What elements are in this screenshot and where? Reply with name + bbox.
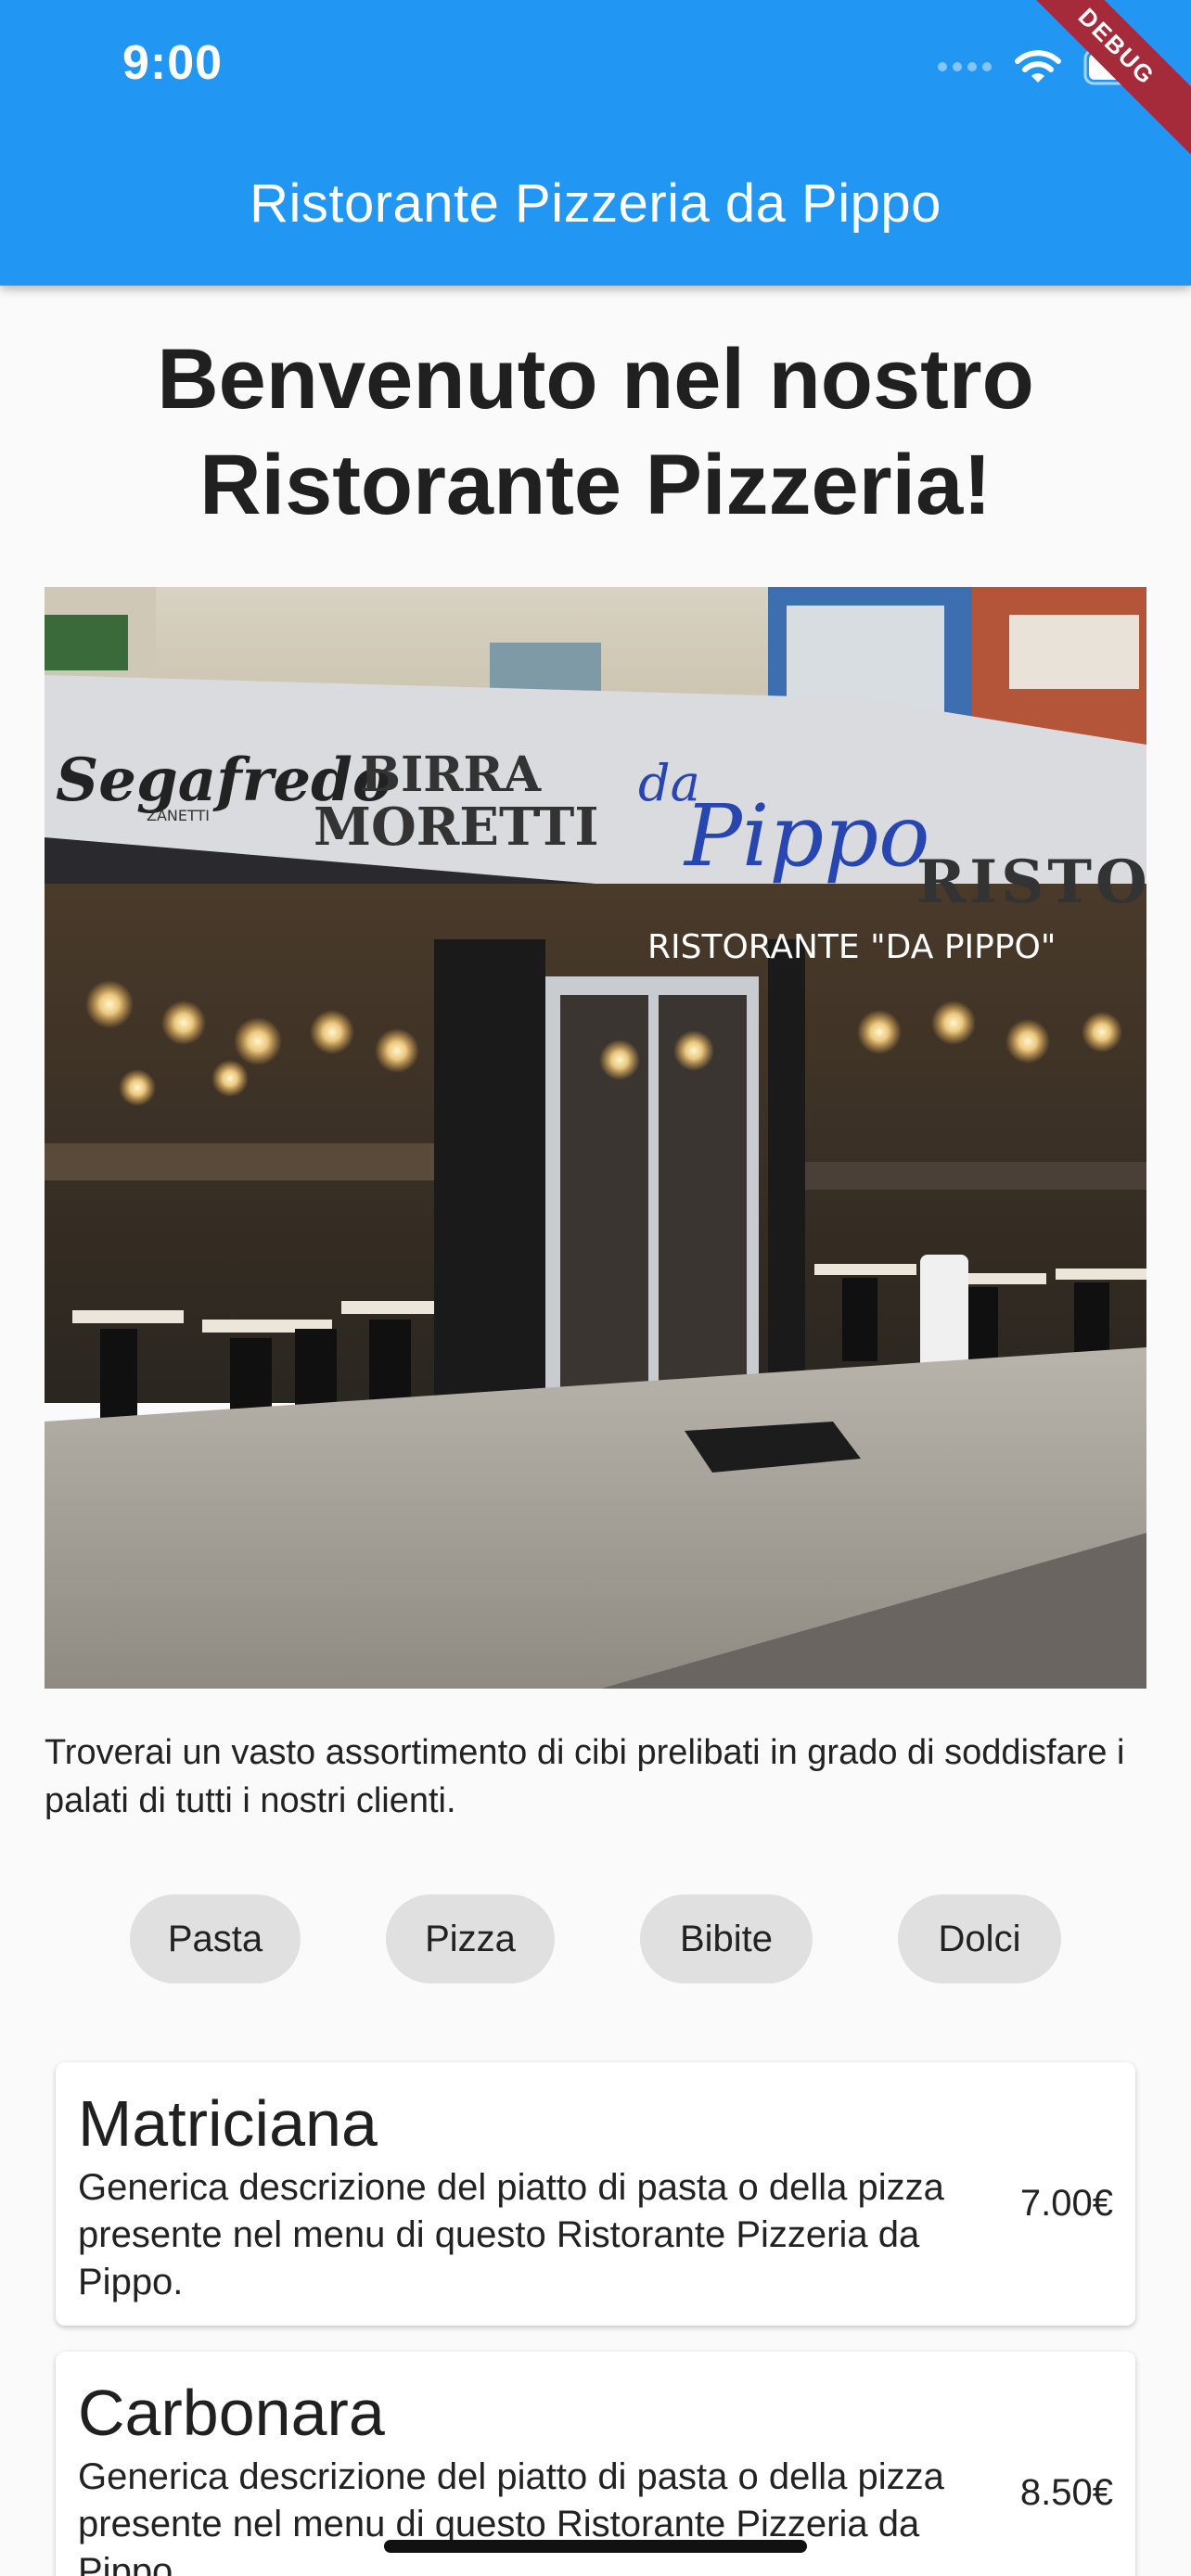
sign-ristorante-da-pippo: RISTORANTE "DA PIPPO" (647, 928, 1056, 966)
menu-item-price: 7.00€ (1019, 2183, 1113, 2224)
category-chip-dolci[interactable]: Dolci (898, 1894, 1061, 1983)
storefront-illustration: Segafredo ZANETTI BIRRA MORETTI da Pippo… (45, 587, 1146, 1689)
category-chip-pasta[interactable]: Pasta (130, 1894, 301, 1983)
restaurant-photo: Segafredo ZANETTI BIRRA MORETTI da Pippo… (45, 587, 1146, 1689)
intro-text: Troverai un vasto assortimento di cibi p… (45, 1733, 1125, 1820)
welcome-heading: Benvenuto nel nostro Ristorante Pizzeria… (56, 326, 1135, 538)
menu-item-name: Carbonara (78, 2377, 385, 2449)
menu-item-description: Generica descrizione del piatto di pasta… (78, 2456, 944, 2576)
menu-item-name: Matriciana (78, 2087, 378, 2160)
sign-moretti: MORETTI (314, 797, 599, 858)
menu-item-card[interactable]: Matriciana Generica descrizione del piat… (56, 2062, 1135, 2326)
status-time: 9:00 (122, 36, 224, 90)
category-chip-pizza[interactable]: Pizza (386, 1894, 555, 1983)
sign-birra: BIRRA (360, 746, 542, 803)
category-chip-bibite[interactable]: Bibite (640, 1894, 813, 1983)
home-indicator[interactable] (384, 2540, 807, 2553)
signal-dots-icon (938, 62, 992, 71)
sign-zanetti: ZANETTI (147, 807, 210, 824)
menu-item-price: 8.50€ (1019, 2472, 1113, 2513)
sign-ristora: RISTORA (916, 848, 1146, 917)
app-bar: 9:00 Ristorante Pizzeria da Pippo (0, 0, 1191, 286)
app-bar-title: Ristorante Pizzeria da Pippo (250, 173, 941, 234)
welcome-line-2: Ristorante Pizzeria! (199, 438, 992, 532)
wifi-icon (1015, 50, 1061, 83)
welcome-line-1: Benvenuto nel nostro (157, 332, 1034, 427)
menu-item-description: Generica descrizione del piatto di pasta… (78, 2167, 944, 2302)
sign-pippo: Pippo (683, 786, 930, 886)
app-screen: 9:00 Ristorante Pizzeria da Pippo DEBUG (0, 0, 1191, 2576)
